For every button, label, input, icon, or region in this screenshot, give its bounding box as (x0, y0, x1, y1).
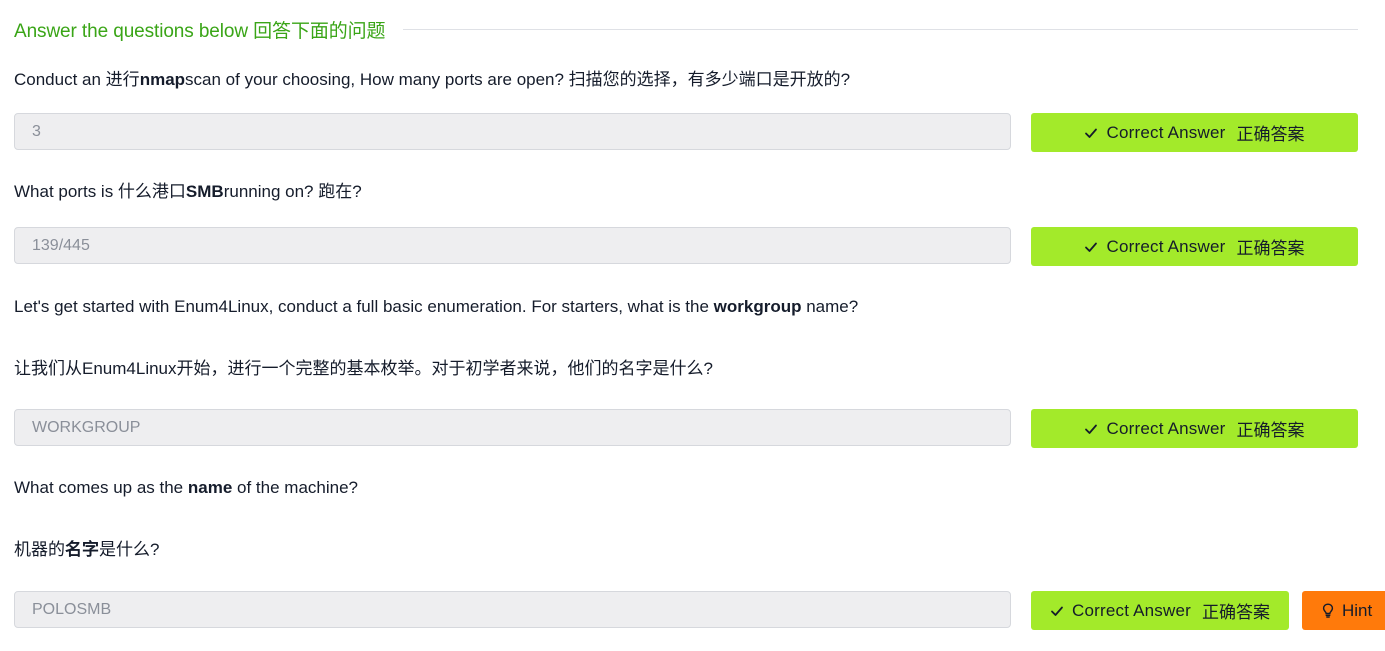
correct-answer-label-zh: 正确答案 (1236, 239, 1305, 258)
hint-label: Hint (1342, 600, 1373, 620)
question-4-part-a: What comes up as the (14, 478, 188, 497)
check-icon (1085, 242, 1098, 252)
check-icon (1085, 128, 1098, 138)
correct-answer-label-zh: 正确答案 (1202, 603, 1270, 622)
question-4-zh-part-a: 机器的 (14, 540, 65, 559)
correct-answer-label: Correct Answer (1106, 122, 1226, 142)
question-3-keyword: workgroup (713, 297, 802, 316)
hint-button[interactable]: Hint (1302, 591, 1385, 630)
question-3-answer-field[interactable]: WORKGROUP (14, 409, 1011, 446)
question-4-text: What comes up as the name of the machine… (14, 477, 358, 499)
question-2-part-c: running on? 跑在? (223, 182, 362, 201)
correct-answer-label-zh: 正确答案 (1236, 125, 1305, 144)
question-4-zh-keyword: 名字 (65, 540, 99, 559)
question-3-part-a: Let's get started with Enum4Linux, condu… (14, 297, 714, 316)
question-1-answer-value: 3 (32, 122, 41, 140)
check-icon (1085, 424, 1098, 434)
question-2-answer-value: 139/445 (32, 236, 90, 254)
correct-answer-label: Correct Answer (1106, 236, 1226, 256)
question-1-keyword: nmap (139, 70, 186, 89)
correct-answer-label: Correct Answer (1071, 600, 1191, 620)
section-title: Answer the questions below 回答下面的问题 (14, 20, 386, 42)
section-divider (403, 28, 1358, 30)
question-2-answer-field[interactable]: 139/445 (14, 227, 1011, 264)
correct-answer-label-zh: 正确答案 (1236, 421, 1305, 440)
question-4-part-c: of the machine? (232, 478, 358, 497)
question-1-part-c: scan of your choosing, How many ports ar… (185, 70, 851, 89)
question-4-zh-part-c: 是什么? (99, 540, 160, 559)
question-3-correct-answer-button[interactable]: Correct Answer 正确答案 (1031, 409, 1358, 448)
question-2-keyword: SMB (185, 182, 224, 201)
question-3-answer-value: WORKGROUP (32, 418, 141, 436)
question-2-correct-answer-button[interactable]: Correct Answer 正确答案 (1031, 227, 1358, 266)
question-1-answer-field[interactable]: 3 (14, 113, 1011, 150)
question-2-part-a: What ports is 什么港口 (14, 182, 186, 201)
question-4-answer-field[interactable]: POLOSMB (14, 591, 1011, 628)
question-3-text-zh: 让我们从Enum4Linux开始，进行一个完整的基本枚举。对于初学者来说，他们的… (14, 359, 713, 378)
question-1-part-a: Conduct an 进行 (14, 70, 140, 89)
check-icon (1051, 606, 1063, 616)
section-header: Answer the questions below 回答下面的问题 (14, 16, 1358, 42)
question-2-text: What ports is 什么港口SMBrunning on? 跑在? (14, 181, 362, 203)
question-3-text: Let's get started with Enum4Linux, condu… (14, 296, 858, 318)
question-4-correct-answer-button[interactable]: Correct Answer 正确答案 (1031, 591, 1289, 630)
question-4-text-zh: 机器的名字是什么? (14, 539, 159, 561)
question-3-part-c: name? (801, 297, 859, 316)
question-1-text: Conduct an 进行nmapscan of your choosing, … (14, 69, 850, 91)
question-1-correct-answer-button[interactable]: Correct Answer 正确答案 (1031, 113, 1358, 152)
lightbulb-icon (1322, 603, 1334, 618)
question-4-answer-value: POLOSMB (32, 600, 112, 618)
correct-answer-label: Correct Answer (1106, 418, 1226, 438)
question-4-keyword: name (187, 478, 233, 497)
